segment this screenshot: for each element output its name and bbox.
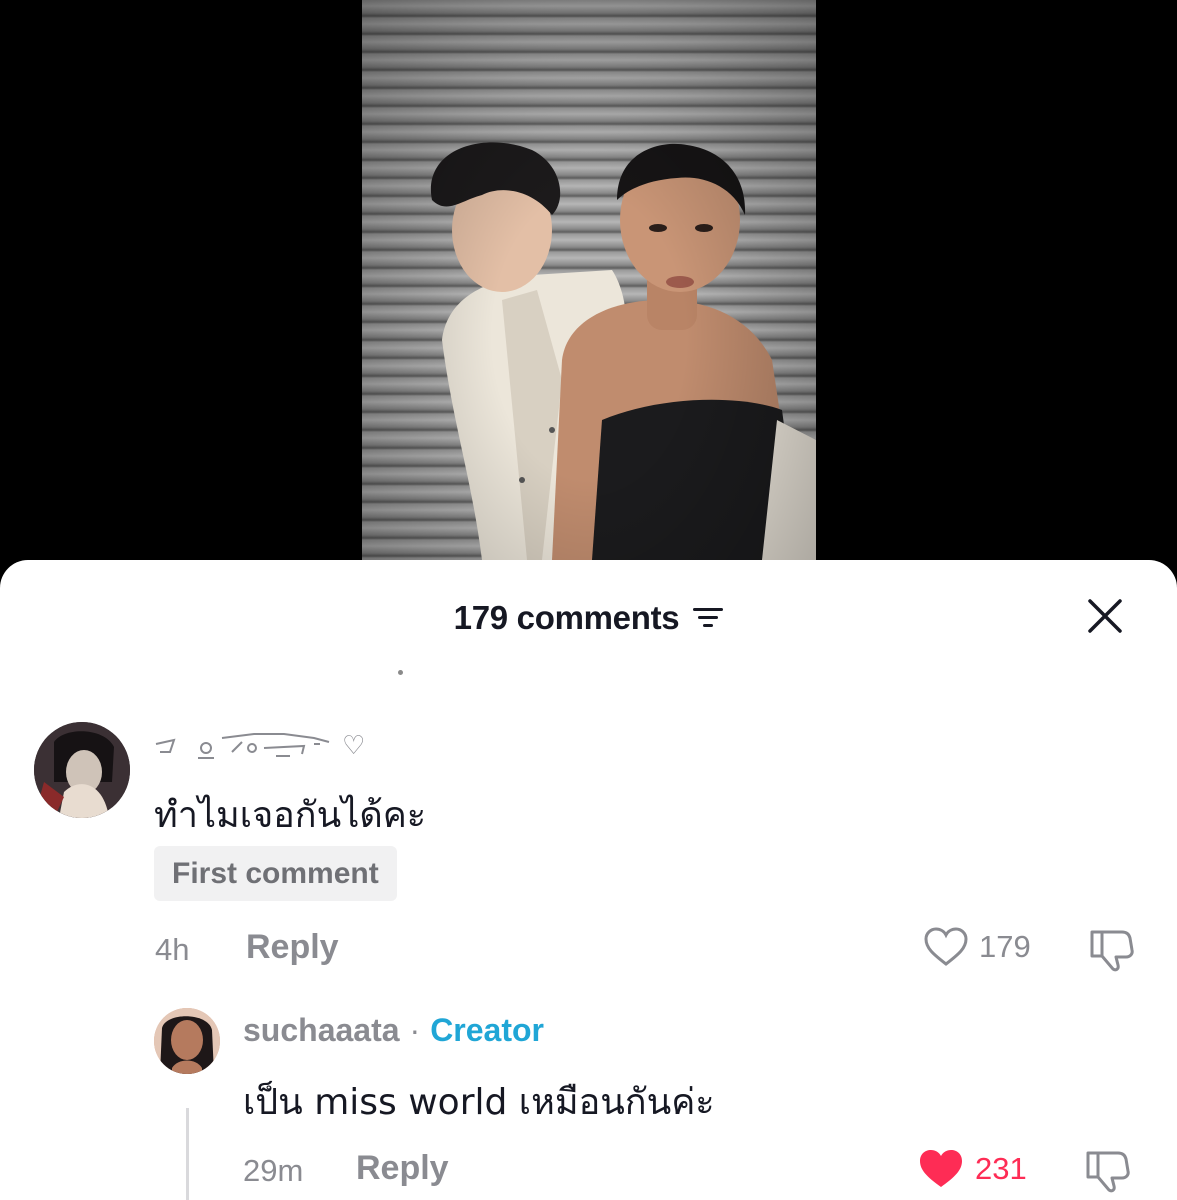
username-heart-icon: ♡	[342, 731, 365, 761]
avatar-image	[34, 722, 130, 818]
first-comment-badge: First comment	[154, 846, 397, 901]
like-count: 179	[979, 929, 1031, 964]
like-button[interactable]: 231	[917, 1147, 1027, 1191]
thumbs-down-icon	[1090, 930, 1134, 972]
video-shade	[362, 0, 816, 560]
like-button[interactable]: 179	[923, 926, 1031, 968]
heart-outline-icon	[924, 927, 968, 966]
separator: ·	[409, 1012, 421, 1048]
thumbs-down-icon	[1086, 1151, 1130, 1193]
reply-time: 29m	[243, 1153, 304, 1188]
comment-username[interactable]: ♡	[154, 720, 374, 761]
comment-text: ทำไมเจอกันได้คะ	[154, 795, 427, 836]
filter-icon[interactable]	[693, 606, 724, 630]
sheet-header: 179 comments	[0, 596, 1177, 640]
decorative-symbol-username: ♡	[155, 731, 365, 761]
avatar[interactable]	[154, 1008, 220, 1074]
video-frame[interactable]	[362, 0, 816, 560]
dot-indicator	[398, 670, 403, 675]
reply-button[interactable]: Reply	[246, 928, 339, 967]
reply-thread-line	[186, 1108, 189, 1200]
reply-button[interactable]: Reply	[356, 1149, 449, 1188]
dislike-button[interactable]	[1084, 1147, 1132, 1198]
heart-filled-icon	[920, 1150, 962, 1187]
dislike-button[interactable]	[1088, 926, 1136, 977]
creator-label: Creator	[430, 1012, 544, 1048]
like-count: 231	[975, 1151, 1027, 1186]
comment-time: 4h	[155, 932, 190, 967]
comments-sheet: 179 comments ♡ ทำไมเจอกันได้คะ First com…	[0, 560, 1177, 1200]
close-button[interactable]	[1085, 596, 1125, 636]
reply-username[interactable]: suchaaata	[243, 1012, 400, 1049]
reply-header: suchaaata · Creator	[243, 1012, 544, 1049]
avatar[interactable]	[34, 722, 130, 818]
close-icon	[1088, 599, 1122, 633]
comments-count-title: 179 comments	[453, 599, 680, 636]
reply-text: เป็น miss world เหมือนกันค่ะ	[243, 1082, 715, 1123]
screen: 179 comments ♡ ทำไมเจอกันได้คะ First com…	[0, 0, 1177, 1200]
avatar-image	[154, 1008, 220, 1074]
